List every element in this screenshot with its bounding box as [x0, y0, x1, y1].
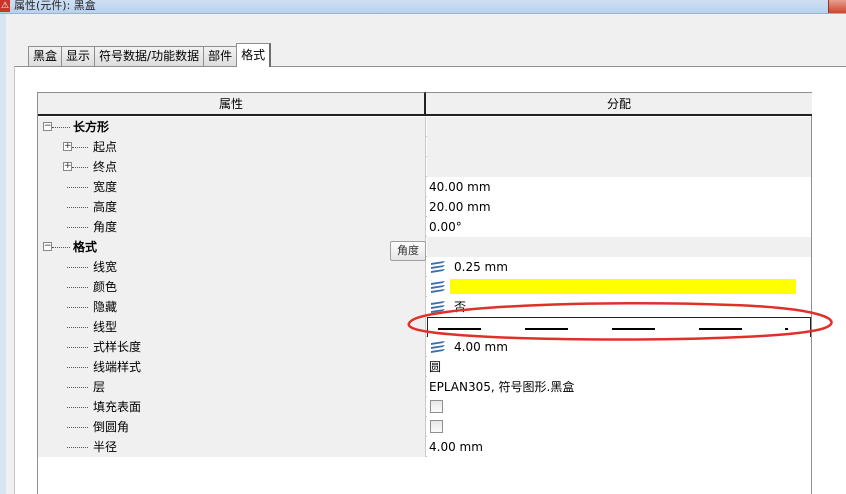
tab-symbol-data[interactable]: 符号数据/功能数据: [94, 46, 205, 67]
layer-stack-icon[interactable]: [430, 260, 446, 274]
line-end-style-value-field[interactable]: 圆: [427, 357, 811, 377]
property-row-start-point[interactable]: + 起点: [38, 137, 811, 157]
property-value: [427, 137, 811, 157]
property-label: 半径: [93, 440, 118, 454]
tab-display[interactable]: 显示: [61, 46, 96, 67]
property-label: 填充表面: [93, 400, 142, 414]
tooltip: 角度: [390, 241, 426, 261]
property-label: 式样长度: [93, 340, 142, 354]
dialog-border: [0, 14, 6, 494]
color-value-field[interactable]: [427, 277, 811, 297]
property-row-end-point[interactable]: + 终点: [38, 157, 811, 177]
expand-icon[interactable]: +: [63, 142, 72, 151]
color-swatch[interactable]: [450, 279, 796, 294]
height-value-field[interactable]: 20.00 mm: [427, 197, 811, 217]
property-label: 起点: [93, 140, 118, 154]
property-row-rounded-corners[interactable]: 倒圆角: [38, 417, 811, 437]
layer-value-field[interactable]: EPLAN305, 符号图形.黑盒: [427, 377, 811, 397]
tab-format[interactable]: 格式: [236, 43, 272, 67]
width-value-field[interactable]: 40.00 mm: [427, 177, 811, 197]
line-width-value-field[interactable]: 0.25 mm: [427, 257, 811, 277]
property-value: [427, 117, 811, 137]
property-row-line-end-style[interactable]: 线端样式 圆: [38, 357, 811, 377]
window-titlebar: ⚠ 属性(元件): 黑盒: [0, 0, 846, 14]
property-label: 颜色: [93, 280, 118, 294]
angle-value-field[interactable]: 0.00°: [427, 217, 811, 237]
tab-parts[interactable]: 部件: [203, 46, 238, 67]
tab-black-box[interactable]: 黑盒: [28, 46, 63, 67]
column-header-value[interactable]: 分配: [426, 92, 812, 116]
collapse-icon[interactable]: −: [43, 122, 52, 131]
property-row-color[interactable]: 颜色: [38, 277, 811, 297]
property-value: [427, 157, 811, 177]
expand-icon[interactable]: +: [63, 162, 72, 171]
property-label: 宽度: [93, 180, 118, 194]
property-row-width[interactable]: 宽度 40.00 mm: [38, 177, 811, 197]
app-icon: ⚠: [0, 0, 10, 12]
property-label: 长方形: [73, 120, 110, 134]
column-header-property[interactable]: 属性: [38, 92, 426, 116]
layer-stack-icon[interactable]: [430, 340, 446, 354]
collapse-icon[interactable]: −: [43, 242, 52, 251]
property-grid: 属性 分配 − 长方形 + 起点 + 终点 宽度 40.00 mm 高度 20.…: [37, 92, 812, 494]
property-label: 倒圆角: [93, 420, 130, 434]
close-window-button[interactable]: [828, 0, 846, 13]
property-row-angle[interactable]: 角度 0.00°: [38, 217, 811, 237]
property-label: 高度: [93, 200, 118, 214]
annotation-ellipse: [407, 302, 833, 341]
property-row-rectangle[interactable]: − 长方形: [38, 117, 811, 137]
tab-strip: 黑盒 显示 符号数据/功能数据 部件 格式: [28, 43, 272, 67]
property-value: [427, 237, 811, 257]
property-label: 线端样式: [93, 360, 142, 374]
layer-stack-icon[interactable]: [430, 280, 446, 294]
property-label: 终点: [93, 160, 118, 174]
property-row-radius[interactable]: 半径 4.00 mm: [38, 437, 811, 457]
property-label: 线宽: [93, 260, 118, 274]
property-label: 隐藏: [93, 300, 118, 314]
property-row-layer[interactable]: 层 EPLAN305, 符号图形.黑盒: [38, 377, 811, 397]
property-label: 格式: [73, 240, 98, 254]
window-title: 属性(元件): 黑盒: [14, 0, 96, 12]
property-row-height[interactable]: 高度 20.00 mm: [38, 197, 811, 217]
rounded-corners-checkbox[interactable]: [430, 420, 443, 433]
radius-value-field[interactable]: 4.00 mm: [427, 437, 811, 457]
fill-surface-checkbox[interactable]: [430, 400, 443, 413]
property-label: 线型: [93, 320, 118, 334]
property-label: 层: [93, 380, 106, 394]
property-row-fill-surface[interactable]: 填充表面: [38, 397, 811, 417]
property-label: 角度: [93, 220, 118, 234]
